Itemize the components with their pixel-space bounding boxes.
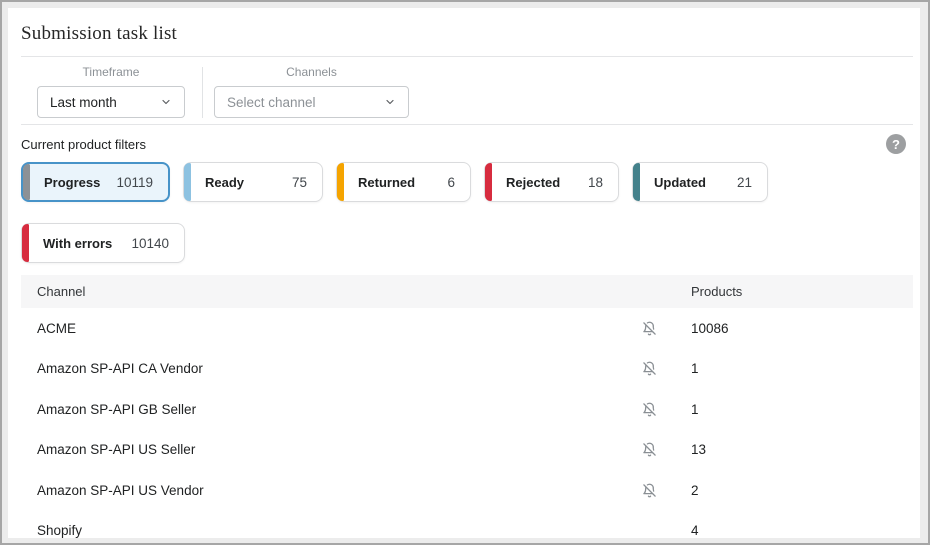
filter-bar-divider xyxy=(202,67,203,118)
channel-name: ACME xyxy=(21,321,642,336)
filter-label: Rejected xyxy=(506,175,560,190)
products-count: 2 xyxy=(691,483,913,498)
current-product-filters-row: Current product filters ? xyxy=(21,134,913,154)
filter-accent-bar xyxy=(184,163,191,201)
table-row[interactable]: ACME 10086 xyxy=(21,308,913,349)
table-row[interactable]: Amazon SP-API CA Vendor 1 xyxy=(21,349,913,390)
channels-table: Channel Products ACME 10086 Amazon SP-AP… xyxy=(21,275,913,538)
page-title: Submission task list xyxy=(21,23,913,45)
products-count: 1 xyxy=(691,361,913,376)
timeframe-group: Timeframe Last month xyxy=(37,65,185,118)
filter-label: Progress xyxy=(44,175,100,190)
product-filter-cards: Progress 10119 Ready 75 Returned 6 Rejec… xyxy=(21,162,791,263)
notifications-off-icon xyxy=(642,361,691,376)
channel-name: Amazon SP-API US Vendor xyxy=(21,483,642,498)
chevron-down-icon xyxy=(384,96,396,108)
submission-task-list-panel: Submission task list Timeframe Last mont… xyxy=(8,8,920,538)
channel-name: Amazon SP-API US Seller xyxy=(21,442,642,457)
window: Submission task list Timeframe Last mont… xyxy=(0,0,930,545)
timeframe-select[interactable]: Last month xyxy=(37,86,185,118)
table-row[interactable]: Amazon SP-API US Seller 13 xyxy=(21,430,913,471)
table-row[interactable]: Amazon SP-API GB Seller 1 xyxy=(21,389,913,430)
channel-select-placeholder: Select channel xyxy=(227,95,316,110)
timeframe-value: Last month xyxy=(50,95,117,110)
channel-name: Shopify xyxy=(21,523,642,538)
column-header-channel: Channel xyxy=(21,284,691,299)
filter-accent-bar xyxy=(633,163,640,201)
filter-card-with-errors[interactable]: With errors 10140 xyxy=(21,223,185,263)
filter-count: 18 xyxy=(588,175,603,190)
top-filter-bar: Timeframe Last month Channels Select cha… xyxy=(21,57,913,124)
section-divider xyxy=(21,124,913,125)
help-icon[interactable]: ? xyxy=(886,134,906,154)
timeframe-label: Timeframe xyxy=(83,65,140,79)
notifications-off-icon xyxy=(642,321,691,336)
column-header-products: Products xyxy=(691,284,913,299)
products-count: 13 xyxy=(691,442,913,457)
filter-card-rejected[interactable]: Rejected 18 xyxy=(484,162,619,202)
channels-label: Channels xyxy=(286,65,337,79)
filter-count: 21 xyxy=(737,175,752,190)
notifications-off-icon xyxy=(642,402,691,417)
filter-accent-bar xyxy=(337,163,344,201)
filter-accent-bar xyxy=(22,224,29,262)
filter-label: Updated xyxy=(654,175,706,190)
products-count: 10086 xyxy=(691,321,913,336)
channel-select[interactable]: Select channel xyxy=(214,86,409,118)
filter-count: 10140 xyxy=(131,236,169,251)
filter-count: 75 xyxy=(292,175,307,190)
filter-label: Returned xyxy=(358,175,415,190)
notifications-off-icon xyxy=(642,483,691,498)
table-row[interactable]: Shopify 4 xyxy=(21,511,913,539)
filter-count: 10119 xyxy=(116,175,153,190)
products-count: 4 xyxy=(691,523,913,538)
filter-card-updated[interactable]: Updated 21 xyxy=(632,162,768,202)
table-row[interactable]: Amazon SP-API US Vendor 2 xyxy=(21,470,913,511)
chevron-down-icon xyxy=(160,96,172,108)
channel-name: Amazon SP-API GB Seller xyxy=(21,402,642,417)
channels-group: Channels Select channel xyxy=(214,65,409,118)
filter-accent-bar xyxy=(485,163,492,201)
table-header-row: Channel Products xyxy=(21,275,913,308)
filter-card-progress[interactable]: Progress 10119 xyxy=(21,162,170,202)
products-count: 1 xyxy=(691,402,913,417)
current-product-filters-heading: Current product filters xyxy=(21,137,146,152)
channel-name: Amazon SP-API CA Vendor xyxy=(21,361,642,376)
filter-card-ready[interactable]: Ready 75 xyxy=(183,162,323,202)
filter-label: With errors xyxy=(43,236,112,251)
filter-label: Ready xyxy=(205,175,244,190)
filter-card-returned[interactable]: Returned 6 xyxy=(336,162,471,202)
filter-count: 6 xyxy=(447,175,455,190)
notifications-off-icon xyxy=(642,442,691,457)
filter-accent-bar xyxy=(23,164,30,200)
